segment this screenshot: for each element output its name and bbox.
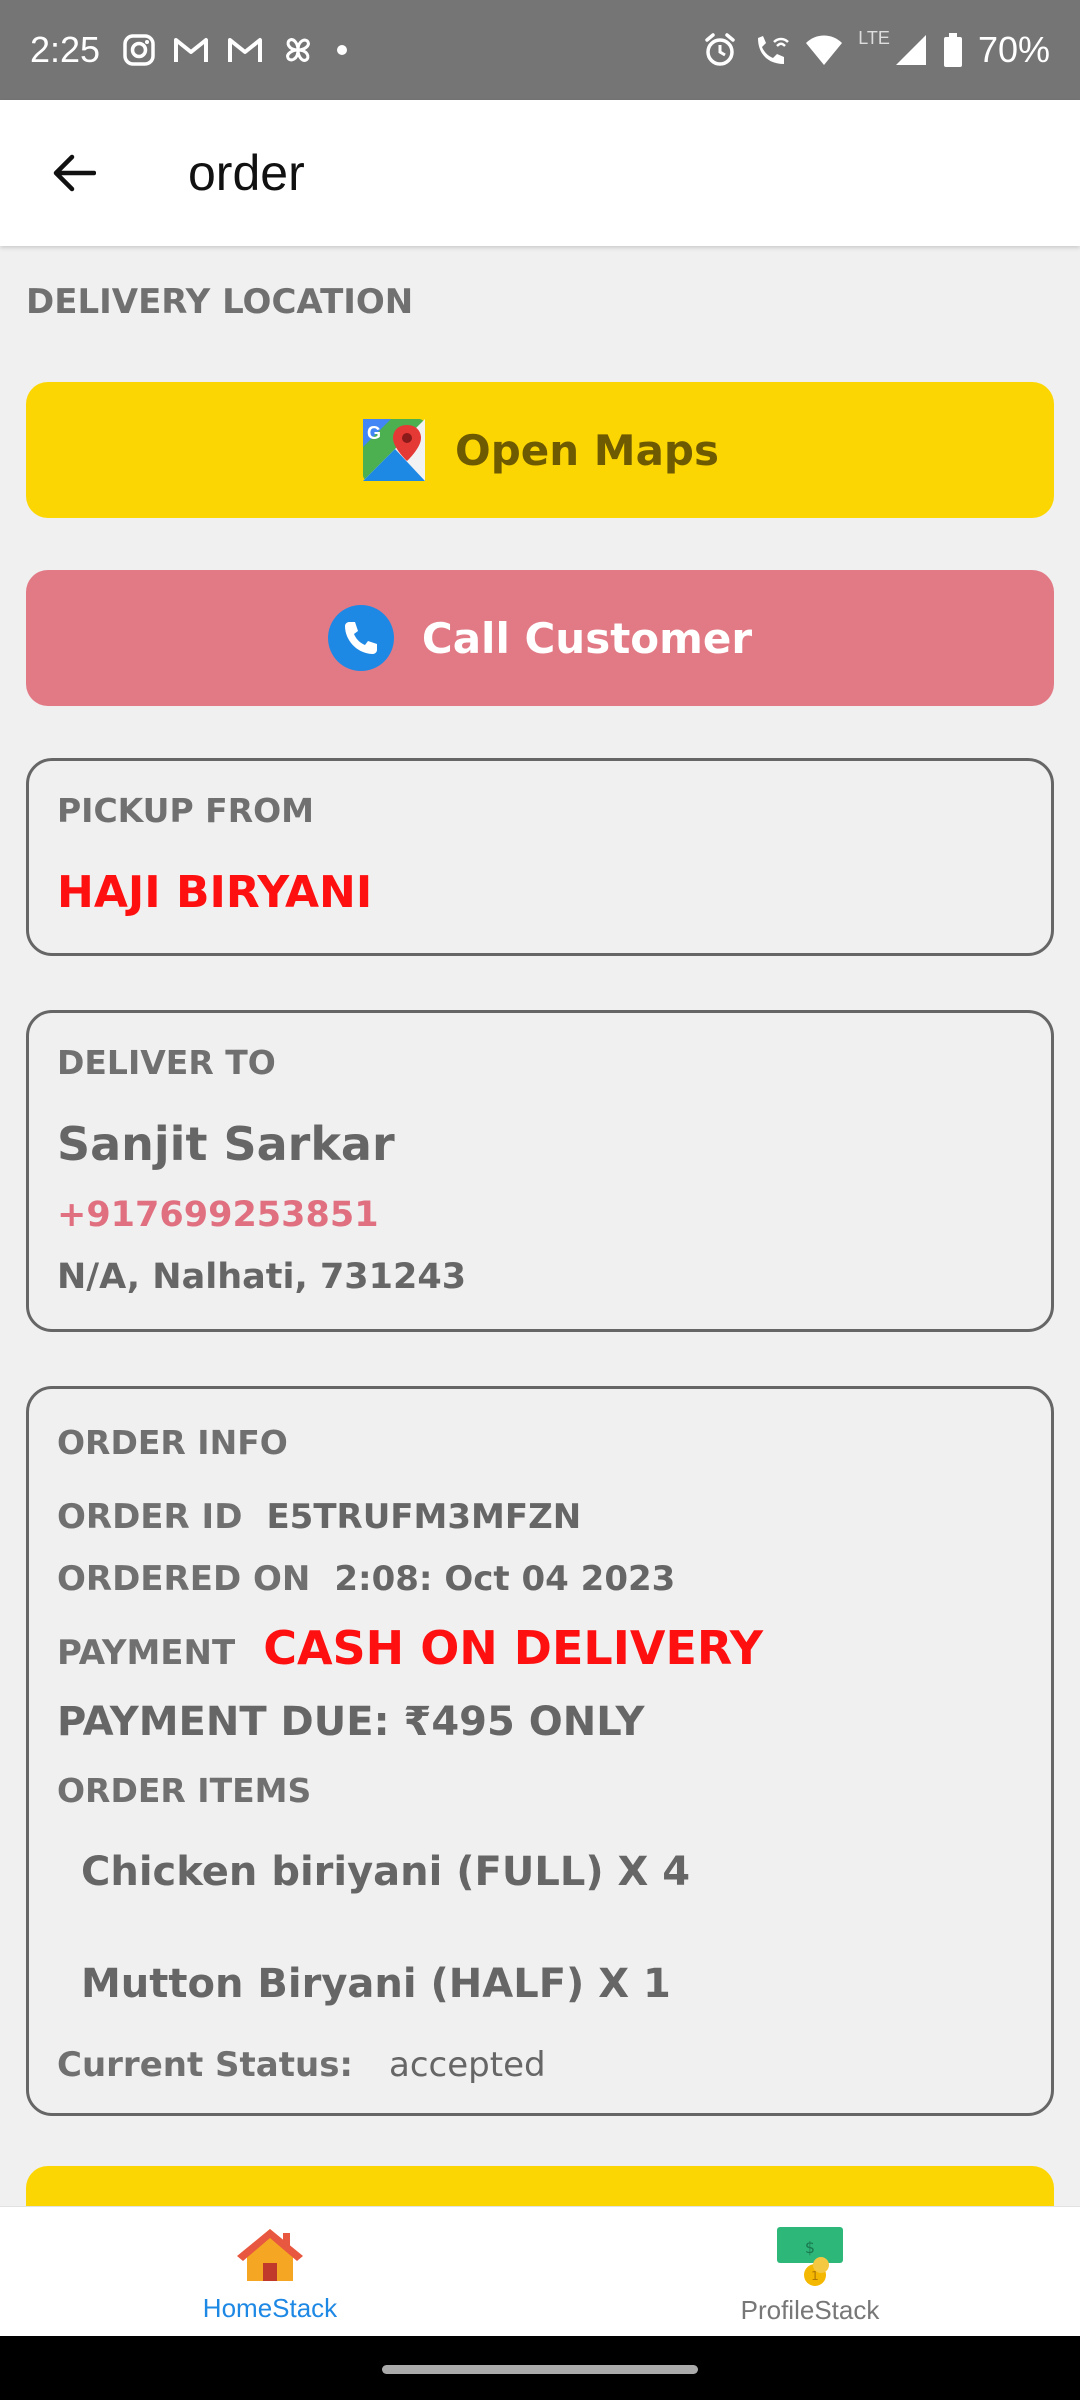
customer-name: Sanjit Sarkar <box>57 1117 395 1171</box>
gesture-bar <box>0 2336 1080 2400</box>
tab-homestack-label: HomeStack <box>202 2293 338 2323</box>
current-status-value: accepted <box>389 2045 546 2085</box>
gmail-icon <box>228 38 263 62</box>
tab-homestack[interactable]: HomeStack <box>0 2207 540 2336</box>
tab-profilestack[interactable]: $ 1 ProfileStack <box>540 2207 1080 2336</box>
battery-percent: 70% <box>977 29 1050 70</box>
gmail-icon <box>174 38 209 62</box>
order-items-label: ORDER ITEMS <box>57 1771 312 1810</box>
signal-icon <box>895 35 926 65</box>
app-bar: order <box>0 100 1080 246</box>
back-button[interactable] <box>28 128 118 218</box>
payment-method: CASH ON DELIVERY <box>263 1621 764 1675</box>
notification-icons <box>122 32 352 68</box>
open-maps-label: Open Maps <box>455 425 719 475</box>
call-customer-label: Call Customer <box>421 613 753 663</box>
customer-address: N/A, Nalhati, 731243 <box>57 1257 467 1297</box>
payment-due: PAYMENT DUE: ₹495 ONLY <box>57 1699 645 1745</box>
order-item: Mutton Biryani (HALF) X 1 <box>81 1961 671 2007</box>
customer-phone[interactable]: +917699253851 <box>57 1195 379 1235</box>
battery-icon <box>943 33 962 67</box>
pickup-card: PICKUP FROM HAJI BIRYANI <box>26 758 1054 956</box>
order-details: DELIVERY LOCATION G Open Maps Call Custo… <box>26 246 1054 2116</box>
delivery-location-label: DELIVERY LOCATION <box>26 282 414 322</box>
svg-text:$: $ <box>805 2238 815 2257</box>
money-icon: $ 1 <box>777 2227 843 2286</box>
current-status-row: Current Status: accepted <box>57 2045 546 2085</box>
dot-icon <box>337 45 348 55</box>
restaurant-name: HAJI BIRYANI <box>57 867 373 918</box>
ordered-on-value: 2:08: Oct 04 2023 <box>334 1559 676 1599</box>
network-type: LTE <box>858 27 890 48</box>
deliver-to-label: DELIVER TO <box>57 1043 276 1082</box>
pinwheel-icon <box>286 38 310 62</box>
order-info-card: ORDER INFO ORDER ID E5TRUFM3MFZN ORDERED… <box>26 1386 1054 2116</box>
ordered-on-label: ORDERED ON <box>57 1559 311 1599</box>
phone-icon <box>327 605 394 671</box>
alarm-icon <box>705 33 735 66</box>
order-item: Chicken biriyani (FULL) X 4 <box>81 1849 691 1895</box>
tab-profilestack-label: ProfileStack <box>740 2295 880 2325</box>
home-icon <box>237 2229 303 2281</box>
home-gesture-handle[interactable] <box>382 2365 698 2374</box>
ordered-on-row: ORDERED ON 2:08: Oct 04 2023 <box>57 1559 675 1599</box>
current-status-label: Current Status: <box>57 2045 354 2085</box>
wifi-icon <box>806 35 843 65</box>
system-icons: LTE 70% <box>702 27 1050 71</box>
order-id-row: ORDER ID E5TRUFM3MFZN <box>57 1497 581 1537</box>
payment-label: PAYMENT <box>57 1633 236 1673</box>
status-bar: 2:25 LTE 70% <box>0 0 1080 100</box>
svg-text:G: G <box>367 423 381 443</box>
bottom-navigation: HomeStack $ 1 ProfileStack <box>0 2206 1080 2336</box>
order-info-label: ORDER INFO <box>57 1423 288 1462</box>
pickup-label: PICKUP FROM <box>57 791 314 830</box>
deliver-to-card: DELIVER TO Sanjit Sarkar +917699253851 N… <box>26 1010 1054 1332</box>
arrow-left-icon <box>53 154 96 192</box>
open-maps-button[interactable]: G Open Maps <box>26 382 1054 518</box>
google-maps-icon: G <box>361 417 427 483</box>
page-title: order <box>188 145 305 201</box>
order-id-label: ORDER ID <box>57 1497 243 1537</box>
call-customer-button[interactable]: Call Customer <box>26 570 1054 706</box>
payment-row: PAYMENT CASH ON DELIVERY <box>57 1621 763 1675</box>
svg-text:1: 1 <box>811 2269 819 2283</box>
wifi-call-icon <box>758 36 790 64</box>
order-id-value: E5TRUFM3MFZN <box>266 1497 582 1537</box>
status-time: 2:25 <box>30 29 101 70</box>
instagram-icon <box>123 34 155 66</box>
